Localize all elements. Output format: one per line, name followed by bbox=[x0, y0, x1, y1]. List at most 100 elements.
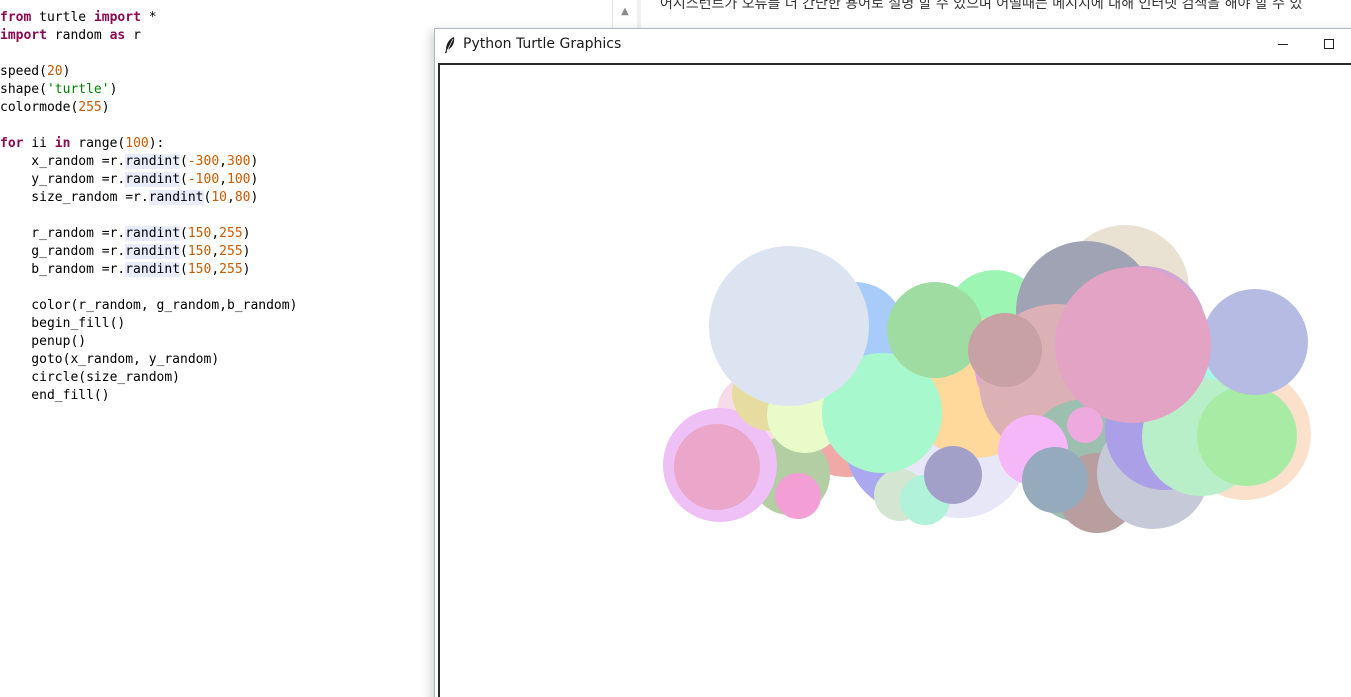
code-line[interactable]: goto(x_random, y_random) bbox=[0, 351, 219, 369]
code-token: color(r_random, g_random,b_random) bbox=[0, 298, 298, 313]
code-token: , bbox=[211, 226, 220, 241]
code-token: , bbox=[219, 172, 227, 187]
code-line[interactable]: from turtle import * bbox=[0, 9, 157, 27]
code-token: r_random =r. bbox=[0, 226, 126, 241]
code-token: ) bbox=[101, 100, 110, 115]
turtle-circle bbox=[674, 424, 760, 510]
code-line[interactable]: circle(size_random) bbox=[0, 369, 180, 387]
code-token: b_random =r. bbox=[0, 262, 126, 277]
code-line[interactable]: colormode(255) bbox=[0, 99, 110, 117]
minimize-icon bbox=[1278, 44, 1288, 45]
turtle-canvas-frame bbox=[438, 63, 1351, 697]
maximize-button[interactable] bbox=[1307, 29, 1351, 61]
code-token: 255 bbox=[219, 244, 243, 259]
code-token: , bbox=[211, 262, 220, 277]
code-token: y_random =r. bbox=[0, 172, 126, 187]
turtle-circle bbox=[1197, 386, 1297, 486]
code-token: ( bbox=[180, 262, 188, 277]
code-token: turtle bbox=[31, 10, 94, 25]
code-token: randint bbox=[125, 154, 181, 169]
code-line[interactable]: size_random =r.randint(10,80) bbox=[0, 189, 258, 207]
code-token: ) bbox=[250, 172, 259, 187]
code-token: random bbox=[46, 28, 110, 43]
window-title: Python Turtle Graphics bbox=[463, 36, 622, 52]
code-token: , bbox=[219, 154, 227, 169]
code-token: 255 bbox=[219, 262, 243, 277]
code-token: 255 bbox=[78, 100, 102, 115]
code-token: g_random =r. bbox=[0, 244, 126, 259]
code-token: ) bbox=[242, 244, 251, 259]
code-token: 20 bbox=[46, 64, 63, 79]
code-token: -100 bbox=[187, 172, 220, 187]
code-token: range( bbox=[70, 136, 126, 151]
code-token: begin_fill() bbox=[0, 316, 126, 331]
scroll-up-arrow-icon[interactable]: ▲ bbox=[619, 6, 631, 18]
turtle-circle bbox=[1022, 447, 1088, 513]
code-line[interactable]: y_random =r.randint(-100,100) bbox=[0, 171, 258, 189]
code-token: 150 bbox=[187, 226, 212, 241]
code-line[interactable]: b_random =r.randint(150,255) bbox=[0, 261, 250, 279]
code-token: ) bbox=[62, 64, 71, 79]
code-token: as bbox=[109, 28, 126, 43]
code-token: speed( bbox=[0, 64, 47, 79]
code-token: 80 bbox=[234, 190, 251, 205]
code-token: -300 bbox=[187, 154, 220, 169]
code-token: in bbox=[54, 136, 71, 151]
turtle-graphics-window: Python Turtle Graphics bbox=[434, 28, 1351, 697]
code-token: import bbox=[93, 10, 141, 25]
turtle-canvas[interactable] bbox=[440, 65, 1351, 697]
code-token: 300 bbox=[227, 154, 251, 169]
maximize-icon bbox=[1324, 39, 1334, 49]
code-token: , bbox=[211, 244, 220, 259]
code-line[interactable]: color(r_random, g_random,b_random) bbox=[0, 297, 297, 315]
code-token: 150 bbox=[187, 244, 212, 259]
code-token: ) bbox=[242, 262, 251, 277]
code-token: 100 bbox=[125, 136, 149, 151]
code-line[interactable]: r_random =r.randint(150,255) bbox=[0, 225, 250, 243]
code-token: from bbox=[0, 10, 32, 25]
code-token: colormode( bbox=[0, 100, 79, 115]
code-token: size_random =r. bbox=[0, 190, 149, 205]
turtle-circle bbox=[1055, 267, 1211, 423]
code-token: x_random =r. bbox=[0, 154, 126, 169]
code-line[interactable]: penup() bbox=[0, 333, 86, 351]
code-token: import bbox=[0, 28, 47, 43]
code-token: ( bbox=[180, 154, 188, 169]
code-token: randint bbox=[125, 172, 181, 187]
code-token: goto(x_random, y_random) bbox=[0, 352, 220, 367]
code-token: for bbox=[0, 136, 24, 151]
code-token: ii bbox=[23, 136, 55, 151]
code-token: ) bbox=[109, 82, 118, 97]
code-token: 'turtle' bbox=[46, 82, 110, 97]
code-token: randint bbox=[125, 262, 181, 277]
code-line[interactable]: shape('turtle') bbox=[0, 81, 117, 99]
code-line[interactable]: import random as r bbox=[0, 27, 141, 45]
turtle-circle bbox=[887, 282, 983, 378]
code-token: ): bbox=[148, 136, 165, 151]
code-token: randint bbox=[125, 244, 181, 259]
code-token: randint bbox=[148, 190, 204, 205]
turtle-circle bbox=[968, 313, 1042, 387]
code-token: * bbox=[140, 10, 157, 25]
minimize-button[interactable] bbox=[1261, 29, 1307, 61]
code-token: ) bbox=[250, 190, 259, 205]
code-token: ( bbox=[180, 172, 188, 187]
code-line[interactable]: x_random =r.randint(-300,300) bbox=[0, 153, 258, 171]
feather-icon bbox=[445, 37, 455, 53]
code-token: shape( bbox=[0, 82, 47, 97]
code-line[interactable]: begin_fill() bbox=[0, 315, 125, 333]
turtle-circle bbox=[924, 446, 982, 504]
code-line[interactable]: end_fill() bbox=[0, 387, 109, 405]
background-document-text: 어시스턴트가 오류를 더 간단한 용어로 설명 할 수 있으며 어떨때는 메시지… bbox=[660, 0, 1303, 12]
window-titlebar[interactable]: Python Turtle Graphics bbox=[435, 29, 1351, 61]
code-token: ) bbox=[242, 226, 251, 241]
code-token: circle(size_random) bbox=[0, 370, 181, 385]
turtle-circle bbox=[775, 473, 821, 519]
code-line[interactable]: g_random =r.randint(150,255) bbox=[0, 243, 250, 261]
code-token: ( bbox=[180, 226, 188, 241]
code-line[interactable]: speed(20) bbox=[0, 63, 70, 81]
code-token: ( bbox=[180, 244, 188, 259]
code-token: 10 bbox=[211, 190, 227, 205]
code-line[interactable]: for ii in range(100): bbox=[0, 135, 164, 153]
code-token: randint bbox=[125, 226, 181, 241]
